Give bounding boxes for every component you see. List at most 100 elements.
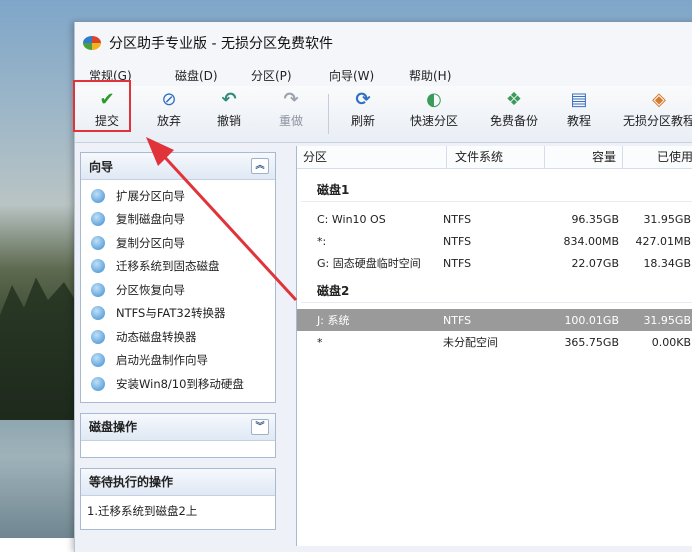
redo-button[interactable]: ↷ 重做 xyxy=(269,90,313,138)
menu-wizard[interactable]: 向导(W) xyxy=(311,67,395,84)
wizard-icon xyxy=(91,282,105,297)
cell-used: 0.00KB xyxy=(651,335,691,349)
quick-partition-button[interactable]: ◐ 快速分区 xyxy=(405,90,463,138)
cell-partition: C: Win10 OS xyxy=(317,212,386,226)
wizard-icon xyxy=(91,212,105,227)
wizard-panel-title: 向导 xyxy=(89,159,114,174)
cell-used: 427.01MB xyxy=(635,234,691,248)
title-bar: 分区助手专业版 - 无损分区免费软件 xyxy=(75,22,692,64)
lossless-tutorial-icon: ◈ xyxy=(652,89,666,110)
wizard-item-ntfs-fat32[interactable]: NTFS与FAT32转换器 xyxy=(91,302,275,326)
col-filesystem[interactable]: 文件系统 xyxy=(447,146,545,168)
window-title: 分区助手专业版 - 无损分区免费软件 xyxy=(109,36,333,52)
wizard-item-label: 启动光盘制作向导 xyxy=(116,353,208,368)
menu-bar: 常规(G) 磁盘(D) 分区(P) 向导(W) 帮助(H) xyxy=(75,64,692,86)
cell-filesystem: NTFS xyxy=(443,313,472,327)
cancel-icon: ⊘ xyxy=(161,89,177,110)
wizard-item-label: 分区恢复向导 xyxy=(116,282,185,297)
tutorial-button[interactable]: ▤ 教程 xyxy=(565,90,593,138)
disk-ops-title: 磁盘操作 xyxy=(89,420,138,434)
cell-partition: G: 固态硬盘临时空间 xyxy=(317,257,421,270)
table-header: 分区 文件系统 容量 已使用 xyxy=(297,146,692,169)
pending-title: 等待执行的操作 xyxy=(89,475,174,489)
free-backup-label: 免费备份 xyxy=(489,114,538,128)
refresh-button[interactable]: ⟳ 刷新 xyxy=(341,90,385,138)
wizard-item-label: 安装Win8/10到移动硬盘 xyxy=(116,376,244,391)
cell-capacity: 100.01GB xyxy=(564,313,619,327)
wizard-icon xyxy=(91,376,105,391)
watermark-url: zhinan.sogou.com xyxy=(516,492,651,507)
menu-disk[interactable]: 磁盘(D) xyxy=(155,67,237,84)
wizard-item-label: NTFS与FAT32转换器 xyxy=(116,306,226,321)
cell-filesystem: 未分配空间 xyxy=(443,336,498,349)
col-partition[interactable]: 分区 xyxy=(297,146,447,168)
disk-1-label[interactable]: 磁盘1 xyxy=(301,179,692,202)
cell-filesystem: NTFS xyxy=(443,234,472,248)
expand-down-icon[interactable]: ︾ xyxy=(251,418,269,435)
wizard-item-extend[interactable]: 扩展分区向导 xyxy=(91,184,275,208)
wizard-item-copy-partition[interactable]: 复制分区向导 xyxy=(91,231,275,255)
table-row[interactable]: G: 固态硬盘临时空间 NTFS 22.07GB 18.34GB xyxy=(297,252,692,274)
tree-silhouette xyxy=(0,277,80,420)
wizard-icon xyxy=(91,353,105,368)
wizard-item-label: 复制磁盘向导 xyxy=(116,212,185,227)
col-capacity[interactable]: 容量 xyxy=(545,146,623,168)
wizard-item-copy-disk[interactable]: 复制磁盘向导 xyxy=(91,208,275,232)
disk-ops-header[interactable]: 磁盘操作 ︾ xyxy=(81,413,275,441)
wizard-item-recovery[interactable]: 分区恢复向导 xyxy=(91,278,275,302)
undo-label: 撤销 xyxy=(216,114,241,128)
cell-capacity: 834.00MB xyxy=(563,234,619,248)
table-row[interactable]: *: NTFS 834.00MB 427.01MB xyxy=(297,230,692,252)
menu-help[interactable]: 帮助(H) xyxy=(395,67,469,84)
discard-label: 放弃 xyxy=(156,114,181,128)
col-used[interactable]: 已使用 xyxy=(623,146,692,168)
wizard-icon xyxy=(91,306,105,321)
quick-partition-label: 快速分区 xyxy=(409,114,458,128)
cell-capacity: 22.07GB xyxy=(571,256,619,270)
menu-partition[interactable]: 分区(P) xyxy=(237,67,311,84)
pending-header[interactable]: 等待执行的操作 xyxy=(81,468,275,496)
wizard-item-label: 扩展分区向导 xyxy=(116,188,185,203)
lossless-tutorial-button[interactable]: ◈ 无损分区教程 xyxy=(623,90,692,138)
cell-used: 18.34GB xyxy=(643,256,691,270)
submit-highlight-box xyxy=(73,80,131,132)
refresh-label: 刷新 xyxy=(350,114,375,128)
wizard-icon xyxy=(91,329,105,344)
wizard-item-label: 迁移系统到固态磁盘 xyxy=(116,259,220,274)
wizard-item-boot-cd[interactable]: 启动光盘制作向导 xyxy=(91,349,275,373)
wizard-icon xyxy=(91,259,105,274)
redo-icon: ↷ xyxy=(283,89,299,110)
discard-button[interactable]: ⊘ 放弃 xyxy=(147,90,191,138)
tutorial-icon: ▤ xyxy=(570,89,588,110)
cell-capacity: 365.75GB xyxy=(564,335,619,349)
collapse-up-icon[interactable]: ︽ xyxy=(251,158,269,174)
undo-button[interactable]: ↶ 撤销 xyxy=(207,90,251,138)
table-row-selected[interactable]: J: 系统 NTFS 100.01GB 31.95GB xyxy=(297,309,692,331)
app-logo-icon xyxy=(83,34,103,52)
pending-panel: 等待执行的操作 1.迁移系统到磁盘2上 xyxy=(80,467,276,530)
wizard-item-label: 复制分区向导 xyxy=(116,235,185,250)
table-row[interactable]: * 未分配空间 365.75GB 0.00KB xyxy=(297,331,692,353)
quick-partition-icon: ◐ xyxy=(426,89,442,110)
cell-used: 31.95GB xyxy=(643,212,691,226)
backup-icon: ❖ xyxy=(505,89,523,110)
wizard-item-label: 动态磁盘转换器 xyxy=(116,329,197,344)
table-row[interactable]: C: Win10 OS NTFS 96.35GB 31.95GB xyxy=(297,208,692,230)
disk-2-label[interactable]: 磁盘2 xyxy=(301,280,692,303)
wizard-item-migrate-ssd[interactable]: 迁移系统到固态磁盘 xyxy=(91,255,275,279)
cell-partition: J: 系统 xyxy=(317,314,350,327)
wizard-icon xyxy=(91,188,105,203)
wizard-item-win-to-go[interactable]: 安装Win8/10到移动硬盘 xyxy=(91,372,275,396)
watermark: 搜狗指南 xyxy=(514,453,635,486)
cell-filesystem: NTFS xyxy=(443,212,472,226)
wizard-item-dynamic-disk[interactable]: 动态磁盘转换器 xyxy=(91,325,275,349)
free-backup-button[interactable]: ❖ 免费备份 xyxy=(485,90,543,138)
cell-partition: *: xyxy=(317,234,327,248)
cell-used: 31.95GB xyxy=(643,313,691,327)
disk-ops-body xyxy=(81,441,275,457)
wizard-panel-header[interactable]: 向导 ︽ xyxy=(81,153,275,180)
cell-capacity: 96.35GB xyxy=(571,212,619,226)
toolbar: ✔ 提交 ⊘ 放弃 ↶ 撤销 ↷ 重做 ⟳ 刷新 ◐ 快速分区 ❖ 免费备份 ▤ xyxy=(75,86,692,143)
tutorial-label: 教程 xyxy=(566,114,591,128)
lossless-tutorial-label: 无损分区教程 xyxy=(623,114,692,128)
